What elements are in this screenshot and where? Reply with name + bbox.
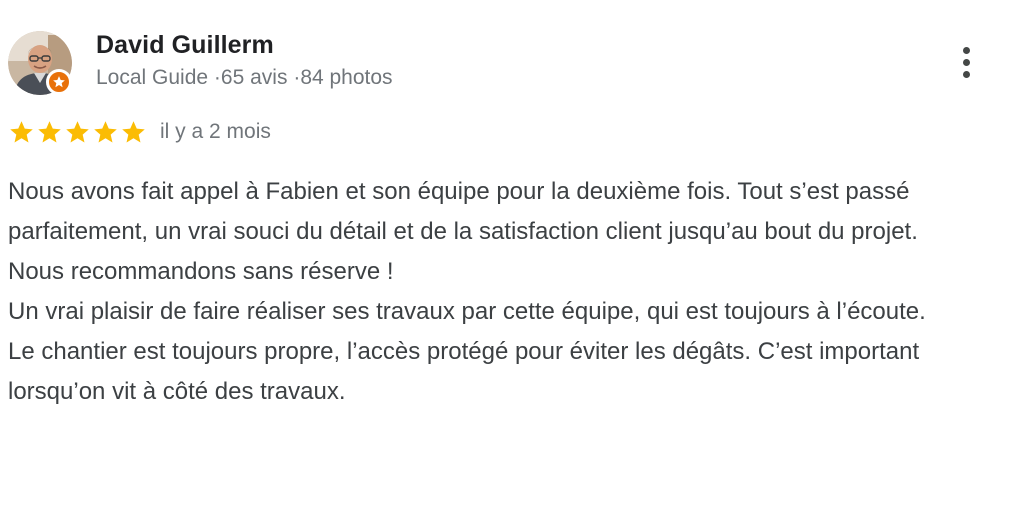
star-icon xyxy=(36,119,63,147)
more-vert-icon xyxy=(962,46,970,54)
photos-count: 84 photos xyxy=(300,66,393,89)
review-paragraph: Le chantier est toujours propre, l’accès… xyxy=(8,338,920,405)
star-icon xyxy=(92,119,119,147)
local-guide-label: Local Guide xyxy=(96,66,209,89)
more-vert-icon xyxy=(962,58,970,66)
star-icon xyxy=(64,119,91,147)
star-icon xyxy=(8,119,35,147)
star-icon xyxy=(120,119,147,147)
reviewer-avatar[interactable] xyxy=(8,31,72,95)
reviewer-meta: Local Guide ·65 avis ·84 photos xyxy=(96,66,393,90)
review-date: il y a 2 mois xyxy=(160,120,271,143)
more-options-button[interactable] xyxy=(946,40,986,84)
local-guide-star-icon xyxy=(46,69,72,95)
reviews-count: 65 avis xyxy=(220,66,288,89)
meta-separator: · xyxy=(213,66,221,89)
review-card: David Guillerm Local Guide ·65 avis ·84 … xyxy=(0,0,1016,508)
reviewer-name[interactable]: David Guillerm xyxy=(96,31,274,60)
review-text: Nous avons fait appel à Fabien et son éq… xyxy=(8,172,998,412)
more-vert-icon xyxy=(962,70,970,78)
review-paragraph: Nous recommandons sans réserve ! xyxy=(8,258,394,285)
star-rating xyxy=(8,119,147,147)
review-paragraph: Nous avons fait appel à Fabien et son éq… xyxy=(8,178,918,245)
review-paragraph: Un vrai plaisir de faire réaliser ses tr… xyxy=(8,298,926,325)
